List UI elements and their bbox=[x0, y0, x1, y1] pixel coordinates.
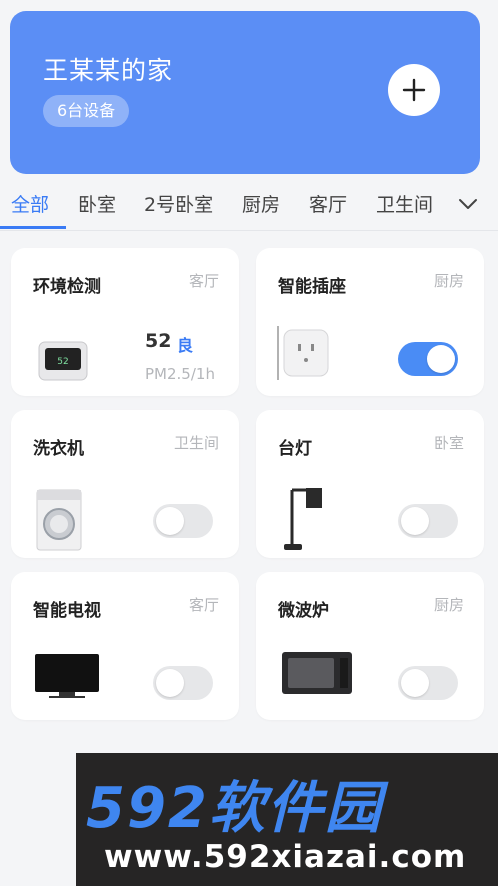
microwave-power-toggle[interactable] bbox=[398, 666, 458, 700]
toggle-knob bbox=[401, 669, 429, 697]
device-card-washing-machine[interactable]: 洗衣机 卫生间 bbox=[11, 410, 239, 558]
microwave-icon bbox=[282, 652, 352, 694]
toggle-knob bbox=[156, 507, 184, 535]
air-monitor-icon: 52 bbox=[38, 341, 88, 381]
svg-text:52: 52 bbox=[57, 357, 68, 367]
room-tabs: 全部 卧室 2号卧室 厨房 客厅 卫生间 bbox=[0, 182, 498, 231]
home-title: 王某某的家 bbox=[43, 56, 174, 85]
plus-icon bbox=[402, 78, 426, 102]
tab-kitchen[interactable]: 厨房 bbox=[242, 190, 280, 217]
desk-lamp-icon bbox=[284, 488, 322, 550]
device-name: 环境检测 bbox=[33, 277, 101, 297]
device-name: 智能电视 bbox=[33, 601, 101, 621]
device-name: 微波炉 bbox=[278, 601, 329, 621]
home-header-card: 王某某的家 6台设备 bbox=[10, 11, 480, 174]
device-name: 台灯 bbox=[278, 439, 312, 459]
device-card-environment[interactable]: 环境检测 客厅 52 52 良 PM2.5/1h bbox=[11, 248, 239, 396]
device-count-badge[interactable]: 6台设备 bbox=[43, 95, 130, 127]
active-tab-indicator bbox=[0, 226, 66, 229]
add-device-button[interactable] bbox=[388, 64, 440, 116]
smart-socket-icon bbox=[277, 326, 329, 380]
device-room: 卧室 bbox=[433, 434, 464, 452]
device-room: 厨房 bbox=[433, 596, 464, 614]
tab-bedroom[interactable]: 卧室 bbox=[78, 190, 116, 217]
device-card-smart-socket[interactable]: 智能插座 厨房 bbox=[256, 248, 484, 396]
socket-power-toggle[interactable] bbox=[398, 342, 458, 376]
tab-all[interactable]: 全部 bbox=[11, 190, 49, 217]
tv-power-toggle[interactable] bbox=[153, 666, 213, 700]
aqi-value: 52 bbox=[145, 330, 172, 352]
device-card-desk-lamp[interactable]: 台灯 卧室 bbox=[256, 410, 484, 558]
toggle-knob bbox=[156, 669, 184, 697]
device-name: 洗衣机 bbox=[33, 439, 84, 459]
watermark-url: www.592xiazai.com bbox=[104, 839, 467, 875]
washing-machine-icon bbox=[36, 489, 82, 551]
aqi-level: 良 bbox=[177, 336, 194, 355]
chevron-down-icon[interactable] bbox=[456, 192, 480, 216]
device-room: 客厅 bbox=[188, 272, 219, 290]
watermark-logo: 592软件园 bbox=[86, 776, 383, 841]
tab-bedroom-2[interactable]: 2号卧室 bbox=[144, 190, 213, 217]
device-name: 智能插座 bbox=[278, 277, 346, 297]
site-watermark: 592软件园 www.592xiazai.com bbox=[76, 753, 498, 886]
device-card-smart-tv[interactable]: 智能电视 客厅 bbox=[11, 572, 239, 720]
device-room: 卫生间 bbox=[173, 434, 219, 452]
toggle-knob bbox=[427, 345, 455, 373]
aqi-unit: PM2.5/1h bbox=[145, 365, 215, 383]
device-room: 客厅 bbox=[188, 596, 219, 614]
tv-icon bbox=[35, 654, 99, 698]
tab-living-room[interactable]: 客厅 bbox=[309, 190, 347, 217]
device-room: 厨房 bbox=[433, 272, 464, 290]
device-card-microwave[interactable]: 微波炉 厨房 bbox=[256, 572, 484, 720]
tab-bathroom[interactable]: 卫生间 bbox=[376, 190, 433, 217]
washer-power-toggle[interactable] bbox=[153, 504, 213, 538]
lamp-power-toggle[interactable] bbox=[398, 504, 458, 538]
toggle-knob bbox=[401, 507, 429, 535]
